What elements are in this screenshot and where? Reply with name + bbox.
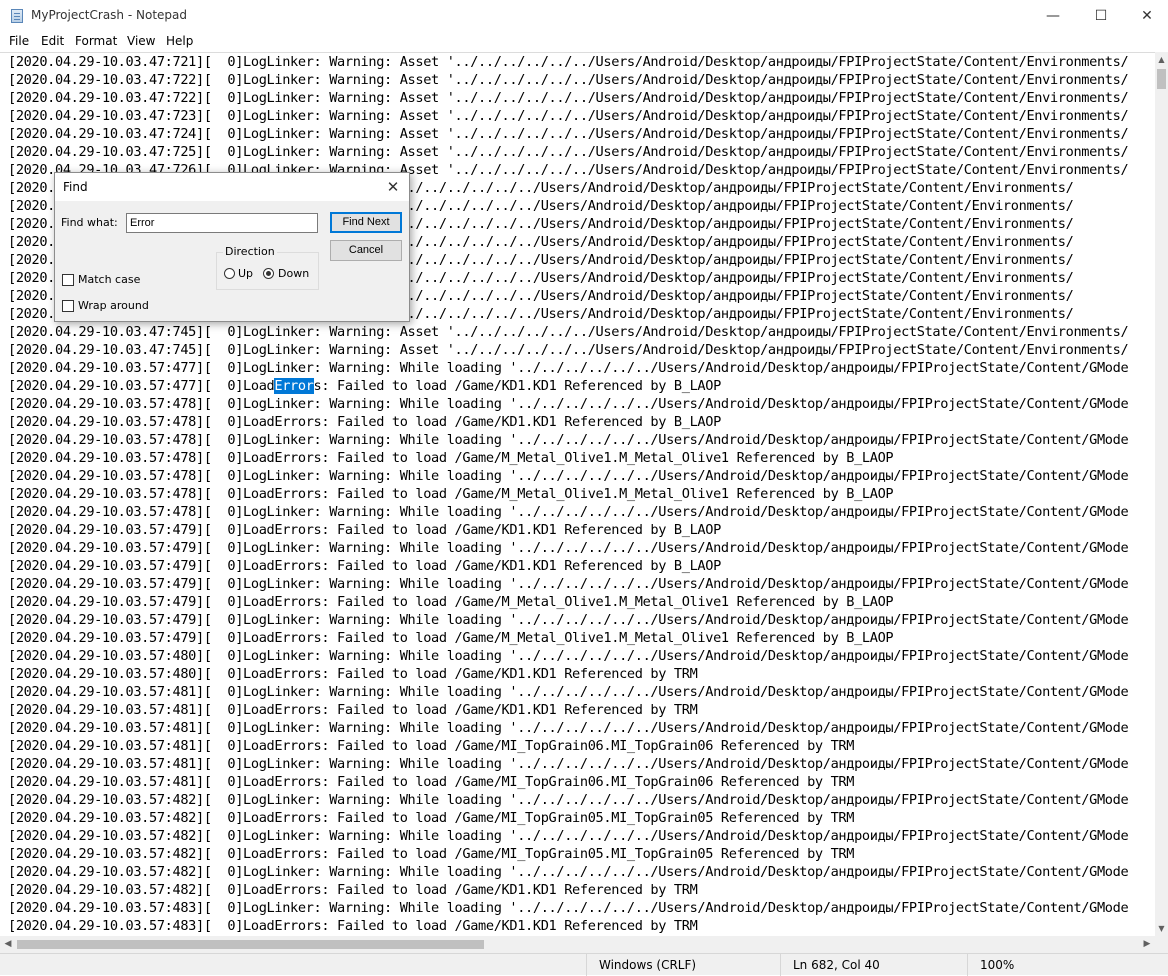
menu-help[interactable]: Help — [166, 34, 193, 48]
text-line: [2020.04.29-10.03.57:478][ 0]LoadErrors:… — [8, 450, 894, 466]
direction-label: Direction — [223, 245, 277, 258]
menu-bar: File Edit Format View Help — [0, 32, 1168, 52]
title-bar: MyProjectCrash - Notepad — ☐ ✕ — [0, 0, 1168, 32]
wrap-around-label[interactable]: Wrap around — [78, 299, 149, 312]
text-line: [2020.04.29-10.03.57:483][ 0]LogLinker: … — [8, 900, 1129, 916]
scroll-left-icon[interactable]: ◀ — [0, 936, 16, 953]
match-case-label[interactable]: Match case — [78, 273, 140, 286]
scroll-down-icon[interactable]: ▼ — [1155, 921, 1168, 936]
status-zoom: 100% — [967, 954, 1168, 976]
scrollbar-corner — [1155, 936, 1168, 953]
text-line: [2020.04.29-10.03.57:482][ 0]LoadErrors:… — [8, 810, 855, 826]
menu-file[interactable]: File — [9, 34, 29, 48]
direction-up-label[interactable]: Up — [238, 267, 253, 280]
horizontal-scrollbar[interactable]: ◀ ▶ — [0, 936, 1155, 953]
text-line: [2020.04.29-10.03.57:478][ 0]LogLinker: … — [8, 468, 1129, 484]
match-case-checkbox[interactable] — [62, 274, 74, 286]
text-line: [2020.04.29-10.03.47:723][ 0]LogLinker: … — [8, 108, 1129, 124]
text-line: [2020.04.29-10.03.57:479][ 0]LoadErrors:… — [8, 630, 894, 646]
text-line: [2020.04.29-10.03.57:483][ 0]LoadErrors:… — [8, 918, 698, 934]
scroll-up-icon[interactable]: ▲ — [1155, 52, 1168, 67]
text-line: [2020.04.29-10.03.57:481][ 0]LogLinker: … — [8, 720, 1129, 736]
text-line: [2020.04.29-10.03.57:482][ 0]LogLinker: … — [8, 864, 1129, 880]
text-line: [2020.04.29-10.03.57:478][ 0]LoadErrors:… — [8, 486, 894, 502]
scroll-right-icon[interactable]: ▶ — [1139, 936, 1155, 953]
find-dialog-title: Find — [63, 180, 88, 194]
text-line: [2020.04.29-10.03.57:481][ 0]LogLinker: … — [8, 684, 1129, 700]
search-match-highlight: Error — [274, 378, 314, 394]
menu-view[interactable]: View — [127, 34, 155, 48]
text-line: [2020.04.29-10.03.57:479][ 0]LogLinker: … — [8, 612, 1129, 628]
text-line: [2020.04.29-10.03.57:482][ 0]LoadErrors:… — [8, 882, 698, 898]
minimize-button[interactable]: — — [1030, 0, 1076, 32]
horizontal-scroll-thumb[interactable] — [17, 940, 484, 949]
find-dialog-close-icon[interactable]: ✕ — [381, 175, 405, 199]
vertical-scroll-thumb[interactable] — [1157, 69, 1166, 89]
text-line: [2020.04.29-10.03.47:722][ 0]LogLinker: … — [8, 72, 1129, 88]
text-line: [2020.04.29-10.03.57:478][ 0]LoadErrors:… — [8, 414, 721, 430]
text-line: [2020.04.29-10.03.57:477][ 0]LogLinker: … — [8, 360, 1129, 376]
find-dialog-titlebar[interactable]: Find ✕ — [55, 173, 409, 201]
text-line: [2020.04.29-10.03.57:481][ 0]LoadErrors:… — [8, 738, 855, 754]
notepad-icon — [11, 9, 23, 23]
text-line: [2020.04.29-10.03.47:745][ 0]LogLinker: … — [8, 342, 1129, 358]
status-line-ending: Windows (CRLF) — [586, 954, 780, 976]
text-line: [2020.04.29-10.03.57:478][ 0]LogLinker: … — [8, 504, 1129, 520]
find-what-label: Find what: — [61, 216, 118, 229]
menu-edit[interactable]: Edit — [41, 34, 64, 48]
menu-format[interactable]: Format — [75, 34, 117, 48]
direction-down-label[interactable]: Down — [278, 267, 309, 280]
text-line: [2020.04.29-10.03.47:745][ 0]LogLinker: … — [8, 324, 1129, 340]
text-line: [2020.04.29-10.03.57:482][ 0]LogLinker: … — [8, 828, 1129, 844]
direction-up-radio[interactable] — [224, 268, 235, 279]
close-button[interactable]: ✕ — [1124, 0, 1168, 32]
text-line: [2020.04.29-10.03.57:481][ 0]LoadErrors:… — [8, 774, 855, 790]
status-bar: Windows (CRLF) Ln 682, Col 40 100% — [0, 953, 1168, 976]
status-cursor-position: Ln 682, Col 40 — [780, 954, 967, 976]
maximize-button[interactable]: ☐ — [1078, 0, 1124, 32]
text-line: [2020.04.29-10.03.47:724][ 0]LogLinker: … — [8, 126, 1129, 142]
text-line: [2020.04.29-10.03.57:479][ 0]LogLinker: … — [8, 576, 1129, 592]
cancel-button[interactable]: Cancel — [330, 240, 402, 261]
text-line: [2020.04.29-10.03.47:725][ 0]LogLinker: … — [8, 144, 1129, 160]
text-line: [2020.04.29-10.03.57:478][ 0]LogLinker: … — [8, 396, 1129, 412]
window-title: MyProjectCrash - Notepad — [31, 8, 187, 22]
text-line: [2020.04.29-10.03.47:722][ 0]LogLinker: … — [8, 90, 1129, 106]
find-next-button[interactable]: Find Next — [330, 212, 402, 233]
text-line: [2020.04.29-10.03.57:479][ 0]LoadErrors:… — [8, 522, 721, 538]
text-line: [2020.04.29-10.03.57:480][ 0]LoadErrors:… — [8, 666, 698, 682]
text-line: [2020.04.29-10.03.57:482][ 0]LogLinker: … — [8, 792, 1129, 808]
text-line: [2020.04.29-10.03.57:481][ 0]LoadErrors:… — [8, 702, 698, 718]
text-line: [2020.04.29-10.03.57:480][ 0]LogLinker: … — [8, 648, 1129, 664]
text-line: [2020.04.29-10.03.57:482][ 0]LoadErrors:… — [8, 846, 855, 862]
find-dialog: Find ✕ Find what: Find Next Cancel Direc… — [54, 172, 410, 322]
text-line: [2020.04.29-10.03.57:478][ 0]LogLinker: … — [8, 432, 1129, 448]
wrap-around-checkbox[interactable] — [62, 300, 74, 312]
text-line: [2020.04.29-10.03.57:479][ 0]LoadErrors:… — [8, 558, 721, 574]
text-line: [2020.04.29-10.03.57:479][ 0]LoadErrors:… — [8, 594, 894, 610]
direction-down-radio[interactable] — [263, 268, 274, 279]
text-line: [2020.04.29-10.03.57:479][ 0]LogLinker: … — [8, 540, 1129, 556]
text-line: [2020.04.29-10.03.47:721][ 0]LogLinker: … — [8, 54, 1129, 70]
find-what-input[interactable] — [126, 213, 318, 233]
vertical-scrollbar[interactable]: ▲ ▼ — [1155, 52, 1168, 936]
text-line: [2020.04.29-10.03.57:481][ 0]LogLinker: … — [8, 756, 1129, 772]
text-line: [2020.04.29-10.03.57:477][ 0]LoadErrors:… — [8, 378, 721, 394]
